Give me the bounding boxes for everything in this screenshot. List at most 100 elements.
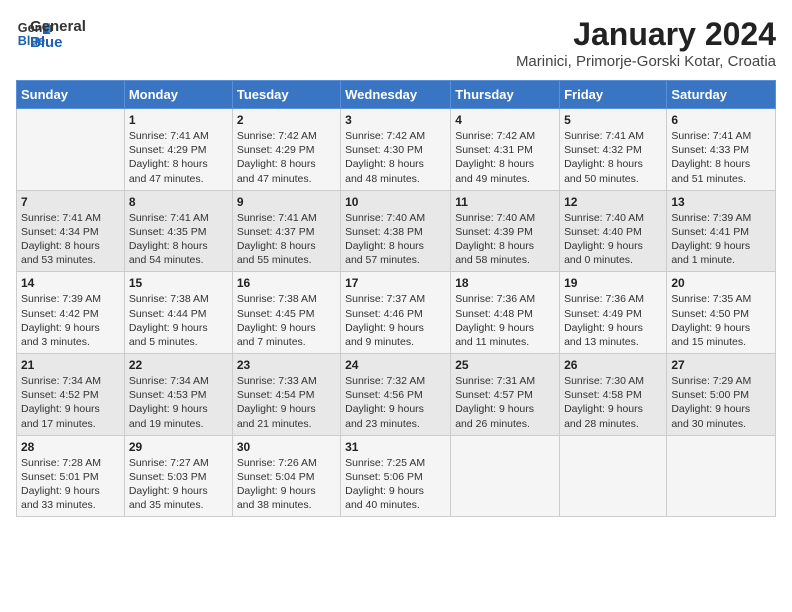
calendar-cell: 30 Sunrise: 7:26 AMSunset: 5:04 PMDayligh… bbox=[232, 435, 340, 517]
day-info: Sunrise: 7:41 AMSunset: 4:29 PMDaylight:… bbox=[129, 129, 228, 186]
calendar-cell: 9 Sunrise: 7:41 AMSunset: 4:37 PMDaylight… bbox=[232, 190, 340, 272]
day-info: Sunrise: 7:36 AMSunset: 4:48 PMDaylight:… bbox=[455, 292, 555, 349]
day-info: Sunrise: 7:36 AMSunset: 4:49 PMDaylight:… bbox=[564, 292, 662, 349]
calendar-cell: 12Sunrise: 7:40 AMSunset: 4:40 PMDayligh… bbox=[560, 190, 667, 272]
calendar-cell: 6Sunrise: 7:41 AMSunset: 4:33 PMDaylight… bbox=[667, 109, 776, 191]
day-info: Sunrise: 7:27 AMSunset: 5:03 PMDaylight:… bbox=[129, 456, 228, 513]
calendar-cell: 1 Sunrise: 7:41 AMSunset: 4:29 PMDaylight… bbox=[124, 109, 232, 191]
calendar-week-row: 21 Sunrise: 7:34 AMSunset: 4:52 PMDayligh… bbox=[17, 354, 776, 436]
day-number: 27 bbox=[671, 358, 771, 372]
day-number: 8 bbox=[129, 195, 228, 209]
day-number: 31 bbox=[345, 440, 446, 454]
calendar-cell: 17Sunrise: 7:37 AMSunset: 4:46 PMDayligh… bbox=[341, 272, 451, 354]
calendar-cell: 8 Sunrise: 7:41 AMSunset: 4:35 PMDaylight… bbox=[124, 190, 232, 272]
day-info: Sunrise: 7:41 AMSunset: 4:35 PMDaylight:… bbox=[129, 211, 228, 268]
calendar-title: January 2024 bbox=[516, 16, 776, 53]
day-info: Sunrise: 7:41 AMSunset: 4:37 PMDaylight:… bbox=[237, 211, 336, 268]
calendar-cell: 21 Sunrise: 7:34 AMSunset: 4:52 PMDayligh… bbox=[17, 354, 125, 436]
day-number: 3 bbox=[345, 113, 446, 127]
day-number: 29 bbox=[129, 440, 228, 454]
day-info: Sunrise: 7:40 AMSunset: 4:38 PMDaylight:… bbox=[345, 211, 446, 268]
day-number: 28 bbox=[21, 440, 120, 454]
header-sunday: Sunday bbox=[17, 81, 125, 109]
calendar-week-row: 1 Sunrise: 7:41 AMSunset: 4:29 PMDaylight… bbox=[17, 109, 776, 191]
calendar-cell: 25Sunrise: 7:31 AMSunset: 4:57 PMDayligh… bbox=[451, 354, 560, 436]
logo-general: General bbox=[30, 19, 86, 36]
header-thursday: Thursday bbox=[451, 81, 560, 109]
day-info: Sunrise: 7:29 AMSunset: 5:00 PMDaylight:… bbox=[671, 374, 771, 431]
day-info: Sunrise: 7:41 AMSunset: 4:32 PMDaylight:… bbox=[564, 129, 662, 186]
logo: General Blue General Blue bbox=[16, 16, 86, 52]
day-info: Sunrise: 7:39 AMSunset: 4:41 PMDaylight:… bbox=[671, 211, 771, 268]
calendar-cell: 14 Sunrise: 7:39 AMSunset: 4:42 PMDayligh… bbox=[17, 272, 125, 354]
calendar-cell bbox=[560, 435, 667, 517]
day-number: 5 bbox=[564, 113, 662, 127]
calendar-week-row: 14 Sunrise: 7:39 AMSunset: 4:42 PMDayligh… bbox=[17, 272, 776, 354]
calendar-cell bbox=[451, 435, 560, 517]
day-number: 18 bbox=[455, 276, 555, 290]
calendar-cell: 31Sunrise: 7:25 AMSunset: 5:06 PMDayligh… bbox=[341, 435, 451, 517]
day-info: Sunrise: 7:33 AMSunset: 4:54 PMDaylight:… bbox=[237, 374, 336, 431]
calendar-cell: 27 Sunrise: 7:29 AMSunset: 5:00 PMDayligh… bbox=[667, 354, 776, 436]
calendar-cell: 19 Sunrise: 7:36 AMSunset: 4:49 PMDayligh… bbox=[560, 272, 667, 354]
calendar-cell bbox=[17, 109, 125, 191]
day-number: 13 bbox=[671, 195, 771, 209]
day-info: Sunrise: 7:40 AMSunset: 4:40 PMDaylight:… bbox=[564, 211, 662, 268]
calendar-week-row: 28Sunrise: 7:28 AMSunset: 5:01 PMDayligh… bbox=[17, 435, 776, 517]
calendar-cell bbox=[667, 435, 776, 517]
calendar-cell: 2 Sunrise: 7:42 AMSunset: 4:29 PMDaylight… bbox=[232, 109, 340, 191]
calendar-cell: 23 Sunrise: 7:33 AMSunset: 4:54 PMDayligh… bbox=[232, 354, 340, 436]
calendar-cell: 15Sunrise: 7:38 AMSunset: 4:44 PMDayligh… bbox=[124, 272, 232, 354]
calendar-cell: 16 Sunrise: 7:38 AMSunset: 4:45 PMDayligh… bbox=[232, 272, 340, 354]
day-info: Sunrise: 7:38 AMSunset: 4:44 PMDaylight:… bbox=[129, 292, 228, 349]
calendar-subtitle: Marinici, Primorje-Gorski Kotar, Croatia bbox=[516, 53, 776, 70]
day-number: 30 bbox=[237, 440, 336, 454]
day-number: 26 bbox=[564, 358, 662, 372]
logo-blue: Blue bbox=[30, 35, 86, 52]
day-info: Sunrise: 7:42 AMSunset: 4:31 PMDaylight:… bbox=[455, 129, 555, 186]
day-number: 10 bbox=[345, 195, 446, 209]
day-info: Sunrise: 7:30 AMSunset: 4:58 PMDaylight:… bbox=[564, 374, 662, 431]
calendar-cell: 22 Sunrise: 7:34 AMSunset: 4:53 PMDayligh… bbox=[124, 354, 232, 436]
day-number: 7 bbox=[21, 195, 120, 209]
day-info: Sunrise: 7:34 AMSunset: 4:52 PMDaylight:… bbox=[21, 374, 120, 431]
day-info: Sunrise: 7:40 AMSunset: 4:39 PMDaylight:… bbox=[455, 211, 555, 268]
calendar-week-row: 7Sunrise: 7:41 AMSunset: 4:34 PMDaylight… bbox=[17, 190, 776, 272]
day-info: Sunrise: 7:42 AMSunset: 4:29 PMDaylight:… bbox=[237, 129, 336, 186]
title-block: January 2024 Marinici, Primorje-Gorski K… bbox=[516, 16, 776, 70]
day-info: Sunrise: 7:31 AMSunset: 4:57 PMDaylight:… bbox=[455, 374, 555, 431]
day-number: 20 bbox=[671, 276, 771, 290]
calendar-cell: 26 Sunrise: 7:30 AMSunset: 4:58 PMDayligh… bbox=[560, 354, 667, 436]
day-number: 11 bbox=[455, 195, 555, 209]
day-info: Sunrise: 7:39 AMSunset: 4:42 PMDaylight:… bbox=[21, 292, 120, 349]
header-wednesday: Wednesday bbox=[341, 81, 451, 109]
calendar-cell: 18 Sunrise: 7:36 AMSunset: 4:48 PMDayligh… bbox=[451, 272, 560, 354]
day-number: 6 bbox=[671, 113, 771, 127]
calendar-cell: 29 Sunrise: 7:27 AMSunset: 5:03 PMDayligh… bbox=[124, 435, 232, 517]
calendar-cell: 4 Sunrise: 7:42 AMSunset: 4:31 PMDaylight… bbox=[451, 109, 560, 191]
calendar-cell: 13 Sunrise: 7:39 AMSunset: 4:41 PMDayligh… bbox=[667, 190, 776, 272]
day-number: 22 bbox=[129, 358, 228, 372]
day-info: Sunrise: 7:26 AMSunset: 5:04 PMDaylight:… bbox=[237, 456, 336, 513]
day-number: 4 bbox=[455, 113, 555, 127]
day-number: 19 bbox=[564, 276, 662, 290]
calendar-cell: 11 Sunrise: 7:40 AMSunset: 4:39 PMDayligh… bbox=[451, 190, 560, 272]
day-number: 2 bbox=[237, 113, 336, 127]
header-saturday: Saturday bbox=[667, 81, 776, 109]
day-info: Sunrise: 7:37 AMSunset: 4:46 PMDaylight:… bbox=[345, 292, 446, 349]
calendar-cell: 7Sunrise: 7:41 AMSunset: 4:34 PMDaylight… bbox=[17, 190, 125, 272]
day-number: 14 bbox=[21, 276, 120, 290]
day-info: Sunrise: 7:34 AMSunset: 4:53 PMDaylight:… bbox=[129, 374, 228, 431]
calendar-cell: 20Sunrise: 7:35 AMSunset: 4:50 PMDayligh… bbox=[667, 272, 776, 354]
day-info: Sunrise: 7:32 AMSunset: 4:56 PMDaylight:… bbox=[345, 374, 446, 431]
day-number: 23 bbox=[237, 358, 336, 372]
calendar-cell: 24Sunrise: 7:32 AMSunset: 4:56 PMDayligh… bbox=[341, 354, 451, 436]
calendar-cell: 28Sunrise: 7:28 AMSunset: 5:01 PMDayligh… bbox=[17, 435, 125, 517]
header-friday: Friday bbox=[560, 81, 667, 109]
day-number: 16 bbox=[237, 276, 336, 290]
day-number: 9 bbox=[237, 195, 336, 209]
page-header: General Blue General Blue January 2024 M… bbox=[16, 16, 776, 70]
day-number: 21 bbox=[21, 358, 120, 372]
day-number: 1 bbox=[129, 113, 228, 127]
day-info: Sunrise: 7:38 AMSunset: 4:45 PMDaylight:… bbox=[237, 292, 336, 349]
